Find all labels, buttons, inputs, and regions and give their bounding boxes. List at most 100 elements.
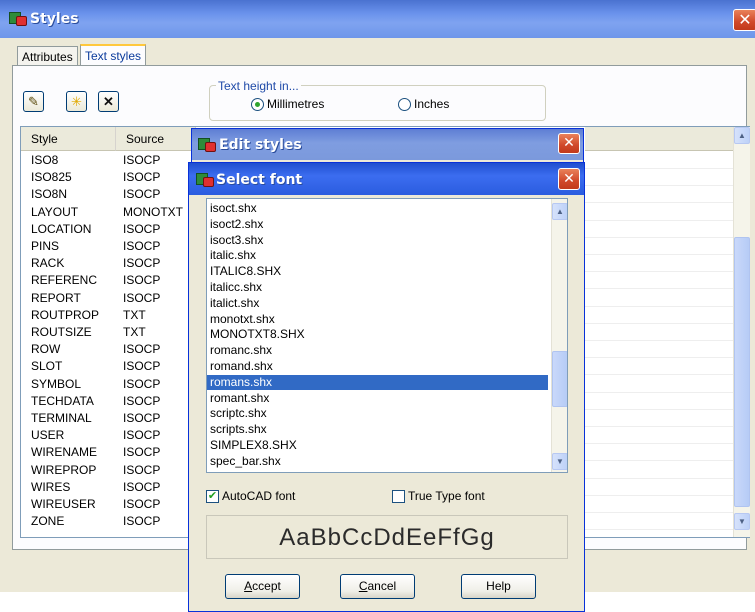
millimetres-label[interactable]: Millimetres [267, 97, 324, 111]
font-list-item[interactable]: romand.shx [207, 359, 548, 374]
table-row[interactable]: USER ISOCP [21, 427, 196, 443]
grid-area [585, 152, 733, 532]
table-row[interactable]: ZONE ISOCP [21, 513, 196, 529]
source-cell: ISOCP [123, 290, 161, 305]
style-name-cell: RACK [31, 256, 65, 271]
edit-styles-close-icon[interactable]: ✕ [558, 133, 580, 154]
table-row[interactable]: SYMBOL ISOCP [21, 376, 196, 392]
table-row[interactable]: LAYOUT MONOTXT [21, 204, 196, 220]
edit-styles-titlebar[interactable]: Edit styles ✕ [192, 129, 583, 160]
scroll-up-button[interactable]: ▲ [734, 127, 750, 144]
tab-attributes[interactable]: Attributes [17, 46, 78, 66]
font-list-item[interactable]: isoct.shx [207, 201, 548, 216]
autocad-font-label[interactable]: AutoCAD font [222, 489, 295, 503]
source-cell: ISOCP [123, 273, 161, 288]
new-style-button[interactable]: ✳ [66, 91, 87, 112]
font-scroll-thumb[interactable] [552, 351, 567, 407]
style-name-cell: PINS [31, 239, 60, 253]
grid-line [585, 202, 733, 204]
table-row[interactable]: ISO8N ISOCP [21, 186, 196, 202]
select-font-title: Select font [216, 172, 303, 188]
inches-label[interactable]: Inches [414, 97, 449, 111]
style-name-cell: REPORT [31, 290, 81, 305]
scroll-down-button[interactable]: ▼ [734, 513, 750, 530]
font-scroll-up-button[interactable]: ▲ [552, 203, 567, 220]
table-row[interactable]: TECHDATA ISOCP [21, 393, 196, 409]
table-row[interactable]: ROW ISOCP [21, 341, 196, 357]
grid-line [585, 391, 733, 393]
font-list-item[interactable]: monotxt.shx [207, 312, 548, 327]
source-cell: ISOCP [123, 153, 161, 167]
millimetres-radio[interactable] [251, 98, 264, 111]
font-list-item[interactable]: isoct3.shx [207, 233, 548, 248]
column-header-source[interactable]: Source [116, 127, 196, 151]
new-style-icon: ✳ [71, 94, 82, 109]
scroll-thumb[interactable] [734, 237, 750, 507]
grid-line [585, 460, 733, 462]
style-name-cell: WIREUSER [31, 497, 96, 511]
font-list-item[interactable]: scriptc.shx [207, 406, 548, 421]
source-cell: ISOCP [123, 445, 161, 460]
truetype-font-label[interactable]: True Type font [408, 489, 485, 503]
style-name-cell: ISO825 [31, 170, 72, 185]
truetype-font-checkbox[interactable] [392, 490, 405, 503]
table-row[interactable]: REPORT ISOCP [21, 290, 196, 306]
close-icon[interactable]: ✕ [733, 9, 755, 31]
font-list-item[interactable]: SIMPLEX8.SHX [207, 438, 548, 453]
column-header-style[interactable]: Style [21, 127, 116, 151]
accept-button[interactable]: Accept [225, 574, 300, 599]
inches-radio[interactable] [398, 98, 411, 111]
tab-text-styles[interactable]: Text styles [80, 44, 147, 65]
font-scroll-down-button[interactable]: ▼ [552, 453, 567, 470]
table-row[interactable]: SLOT ISOCP [21, 358, 196, 374]
font-list-item[interactable]: MONOTXT8.SHX [207, 327, 548, 342]
table-row[interactable]: PINS ISOCP [21, 238, 196, 254]
table-row[interactable]: WIREPROP ISOCP [21, 462, 196, 478]
font-list-item[interactable]: romanc.shx [207, 343, 548, 358]
styles-titlebar[interactable]: Styles ✕ [0, 0, 755, 38]
app-icon [9, 10, 27, 26]
table-row[interactable]: WIRES ISOCP [21, 479, 196, 495]
delete-style-button[interactable]: ✕ [98, 91, 119, 112]
grid-line [585, 494, 733, 496]
source-cell: ISOCP [123, 221, 161, 236]
edit-styles-title: Edit styles [219, 137, 302, 153]
style-name-cell: ISO8N [31, 187, 68, 202]
style-name-cell: ROUTSIZE [31, 325, 92, 339]
font-list-items: isoct.shx isoct2.shx isoct3.shx italic.shx I… [207, 201, 551, 472]
table-row[interactable]: ROUTPROP TXT [21, 307, 196, 323]
table-row[interactable]: ISO8 ISOCP [21, 152, 196, 168]
font-list-item[interactable]: romans.shx [207, 374, 548, 390]
autocad-font-checkbox[interactable]: ✔ [206, 490, 219, 503]
table-row[interactable]: ROUTSIZE TXT [21, 324, 196, 340]
cancel-button[interactable]: Cancel [340, 574, 415, 599]
font-list[interactable]: isoct.shx isoct2.shx isoct3.shx italic.shx I… [206, 198, 568, 473]
font-list-item[interactable]: italicc.shx [207, 280, 548, 295]
list-scrollbar[interactable]: ▲ ▼ [733, 127, 750, 537]
font-list-item[interactable]: italict.shx [207, 296, 548, 311]
font-list-item[interactable]: isoct2.shx [207, 217, 548, 232]
style-name-cell: WIRES [31, 479, 71, 494]
edit-style-button[interactable]: ✎ [23, 91, 44, 112]
style-name-cell: LOCATION [31, 221, 92, 236]
table-row[interactable]: ISO825 ISOCP [21, 169, 196, 185]
source-cell: TXT [123, 307, 146, 322]
font-list-item[interactable]: romant.shx [207, 391, 548, 406]
table-row[interactable]: WIREUSER ISOCP [21, 496, 196, 512]
font-list-item[interactable]: ITALIC8.SHX [207, 264, 548, 279]
table-row[interactable]: TERMINAL ISOCP [21, 410, 196, 426]
select-font-close-icon[interactable]: ✕ [558, 168, 580, 190]
text-height-group-label: Text height in... [216, 79, 301, 93]
font-list-scrollbar[interactable]: ▲ ▼ [551, 199, 567, 472]
help-button[interactable]: Help [461, 574, 536, 599]
font-list-item[interactable]: scripts.shx [207, 422, 548, 437]
table-row[interactable]: REFERENC ISOCP [21, 272, 196, 288]
table-row[interactable]: LOCATION ISOCP [21, 221, 196, 237]
table-row[interactable]: WIRENAME ISOCP [21, 444, 196, 460]
font-list-item[interactable]: spec_bar.shx [207, 454, 548, 469]
pencil-icon: ✎ [28, 94, 39, 109]
font-list-item[interactable]: italic.shx [207, 248, 548, 263]
table-row[interactable]: RACK ISOCP [21, 255, 196, 271]
grid-line [585, 271, 733, 273]
select-font-titlebar[interactable]: Select font ✕ [189, 163, 584, 195]
